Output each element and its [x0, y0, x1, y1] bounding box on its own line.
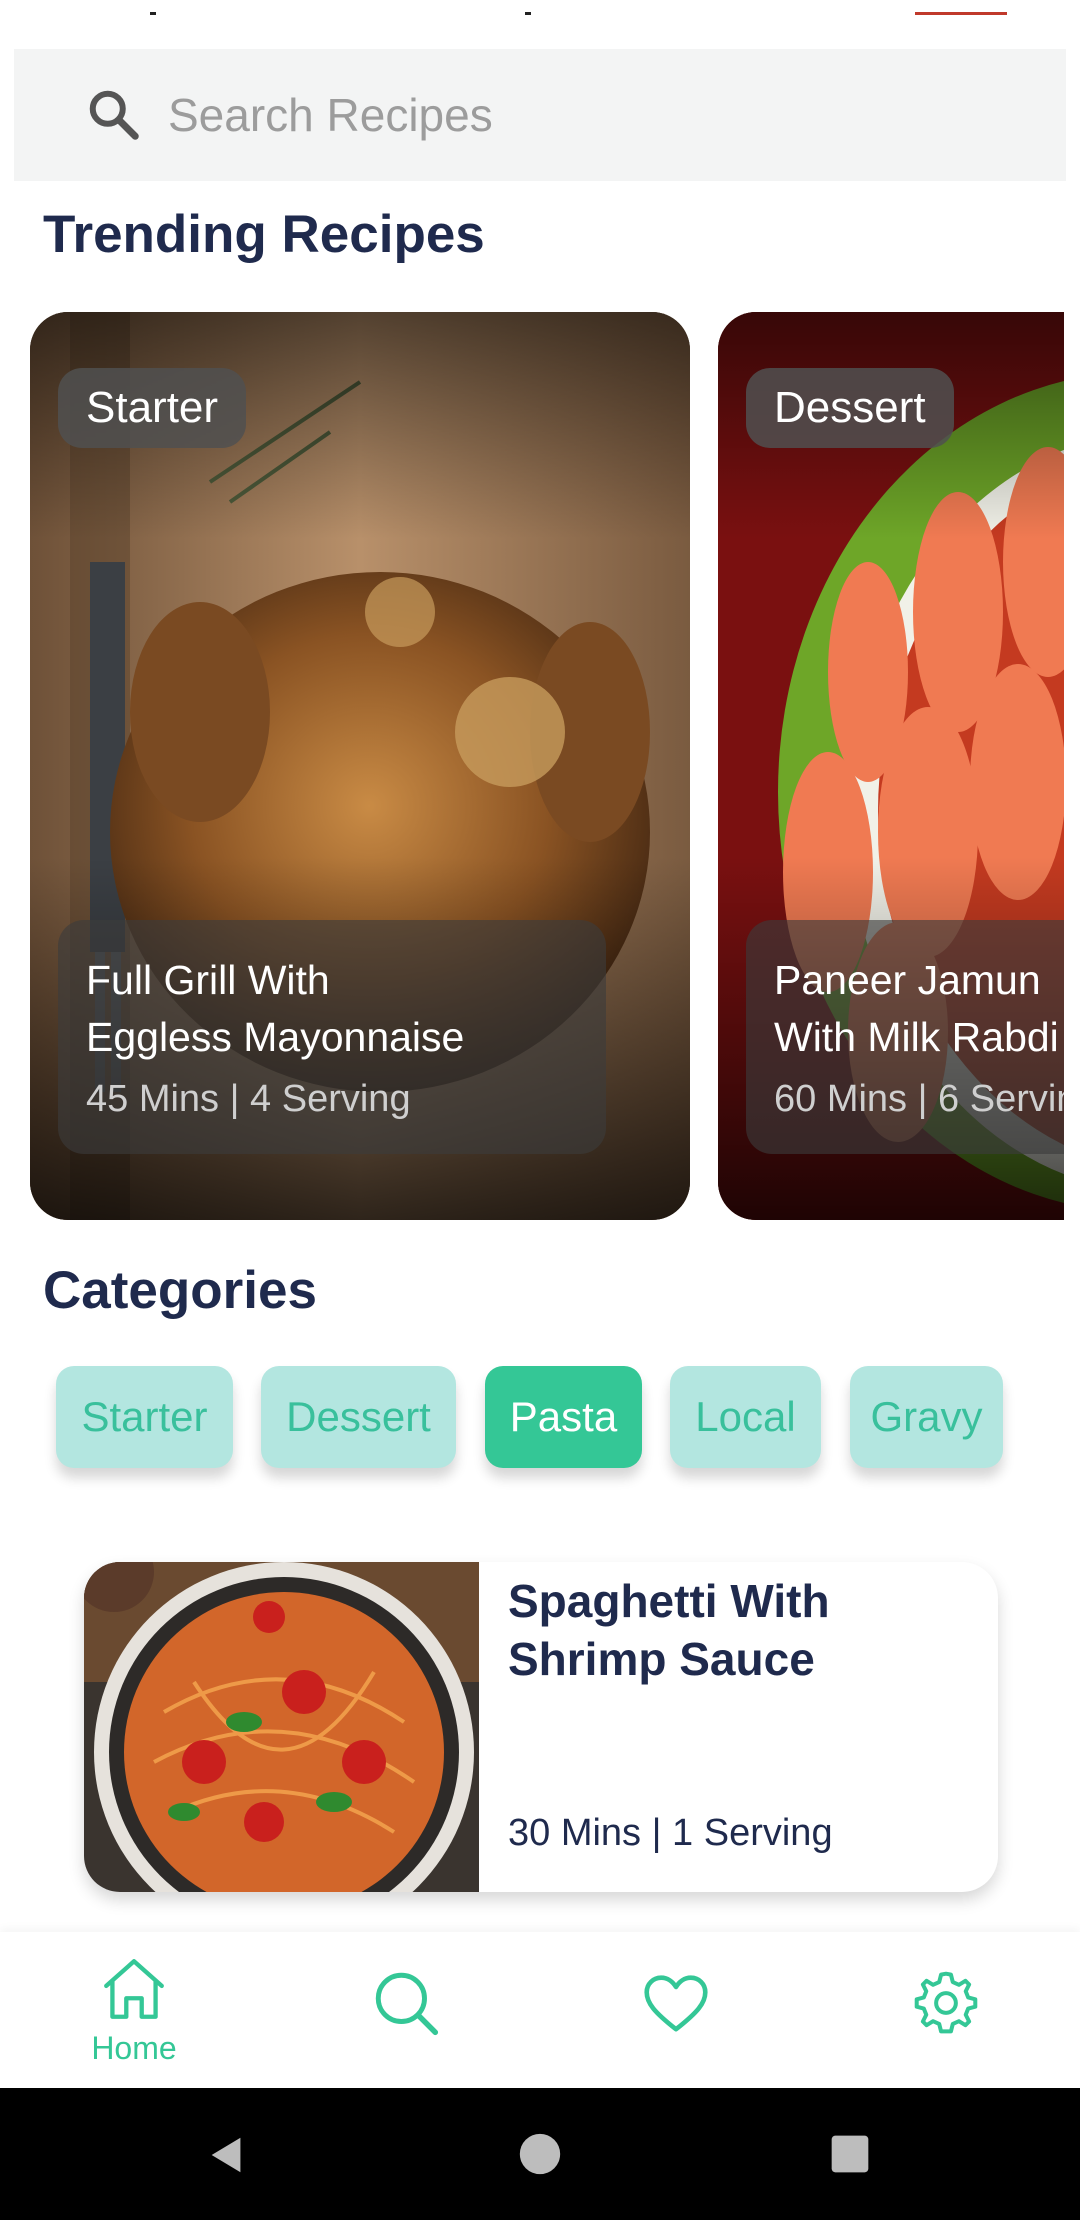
category-chip-local[interactable]: Local — [670, 1366, 821, 1468]
card-meta: 60 Mins | 6 Serving — [774, 1078, 1064, 1120]
card-title-line: Full Grill With — [86, 957, 330, 1003]
search-icon — [89, 90, 139, 140]
category-chip-dessert[interactable]: Dessert — [261, 1366, 456, 1468]
card-title-line: Eggless Mayonnaise — [86, 1014, 465, 1060]
nav-settings[interactable] — [876, 1952, 1016, 2072]
recipe-list-item[interactable]: Spaghetti With Shrimp Sauce 30 Mins | 1 … — [84, 1562, 998, 1892]
card-title-line: With Milk Rabdi — [774, 1014, 1059, 1060]
card-info: Full Grill With Eggless Mayonnaise 45 Mi… — [58, 920, 606, 1154]
recipe-meta: 30 Mins | 1 Serving — [508, 1812, 833, 1854]
search-icon — [375, 1972, 439, 2036]
home-circle-icon[interactable] — [518, 2132, 562, 2176]
status-mark — [150, 12, 156, 15]
category-chip-pasta[interactable]: Pasta — [485, 1366, 642, 1468]
heart-icon — [644, 1975, 708, 2032]
category-chip-gravy[interactable]: Gravy — [850, 1366, 1003, 1468]
search-input[interactable] — [168, 88, 968, 142]
spaghetti-image — [84, 1562, 479, 1892]
section-title-trending: Trending Recipes — [43, 205, 485, 264]
card-info: Paneer Jamun With Milk Rabdi 60 Mins | 6… — [746, 920, 1064, 1154]
trending-card[interactable]: Starter Full Grill With Eggless Mayonnai… — [30, 312, 690, 1220]
recipe-title: Spaghetti With Shrimp Sauce — [508, 1572, 978, 1688]
card-meta: 45 Mins | 4 Serving — [86, 1078, 411, 1120]
section-title-categories: Categories — [43, 1261, 317, 1320]
category-list: Starter Dessert Pasta Local Gravy — [0, 1366, 1080, 1486]
category-chip-starter[interactable]: Starter — [56, 1366, 233, 1468]
recents-icon[interactable] — [828, 2132, 872, 2176]
recipe-title-line: Shrimp Sauce — [508, 1633, 815, 1685]
status-bar — [0, 0, 1080, 46]
status-mark — [915, 12, 1007, 15]
nav-search[interactable] — [336, 1952, 476, 2072]
nav-favorites[interactable] — [606, 1952, 746, 2072]
nav-home[interactable]: Home — [64, 1952, 204, 2072]
trending-carousel[interactable]: Starter Full Grill With Eggless Mayonnai… — [0, 312, 1064, 1222]
bottom-nav: Home — [0, 1932, 1080, 2088]
back-icon[interactable] — [204, 2132, 250, 2178]
gear-icon — [914, 1971, 978, 2034]
nav-home-label: Home — [91, 2030, 177, 2066]
status-mark — [525, 12, 531, 15]
recipe-title-line: Spaghetti With — [508, 1575, 830, 1627]
trending-card[interactable]: Dessert Paneer Jamun With Milk Rabdi 60 … — [718, 312, 1064, 1220]
card-tag: Starter — [58, 368, 247, 448]
search-bar[interactable] — [14, 49, 1066, 181]
home-icon — [104, 1959, 164, 2019]
card-tag: Dessert — [746, 368, 954, 448]
system-nav-bar — [0, 2088, 1080, 2220]
card-title-line: Paneer Jamun — [774, 957, 1041, 1003]
